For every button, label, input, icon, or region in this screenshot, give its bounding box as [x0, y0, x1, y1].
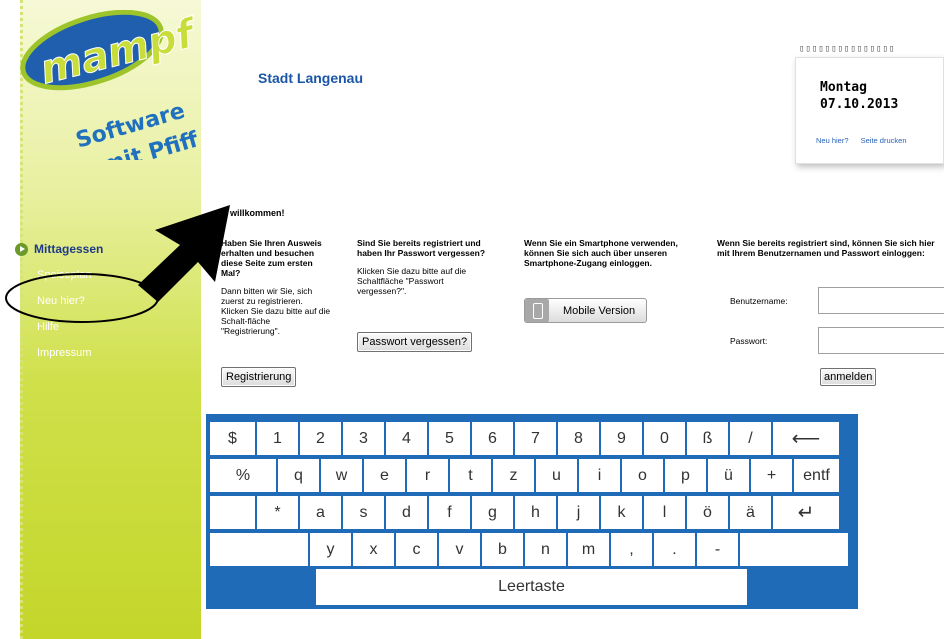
key[interactable]: , — [611, 533, 654, 566]
login-button[interactable]: anmelden — [820, 368, 877, 386]
key[interactable]: q — [278, 459, 321, 492]
key[interactable]: n — [525, 533, 568, 566]
play-bullet-icon — [15, 242, 28, 256]
keyboard-row-3: * a s d f g h j k l ö ä ↵ — [210, 496, 841, 529]
link-new-here[interactable]: Neu hier? — [816, 136, 849, 145]
key[interactable]: e — [364, 459, 407, 492]
key[interactable]: 6 — [472, 422, 515, 455]
key[interactable]: u — [536, 459, 579, 492]
key[interactable]: w — [321, 459, 364, 492]
mobile-column: Wenn Sie ein Smartphone verwenden, könne… — [524, 238, 689, 268]
sidebar-item-neu-hier[interactable]: Neu hier? — [37, 288, 185, 314]
login-question: Wenn Sie bereits registriert sind, könne… — [717, 238, 935, 258]
calendar-day: Montag — [820, 80, 867, 95]
key[interactable]: ß — [687, 422, 730, 455]
key[interactable]: g — [472, 496, 515, 529]
page: mampf Software mit Pfiff Mittagessen Spe… — [0, 0, 944, 639]
key[interactable]: 8 — [558, 422, 601, 455]
key[interactable]: v — [439, 533, 482, 566]
key[interactable]: % — [210, 459, 278, 492]
key[interactable]: r — [407, 459, 450, 492]
calendar-date: 07.10.2013 — [820, 97, 899, 112]
smartphone-icon — [525, 299, 549, 322]
key[interactable]: 2 — [300, 422, 343, 455]
key[interactable]: 0 — [644, 422, 687, 455]
password-label: Passwort: — [730, 336, 768, 346]
key[interactable]: a — [300, 496, 343, 529]
key[interactable]: + — [751, 459, 794, 492]
forgot-password-button[interactable]: Passwort vergessen? — [357, 332, 473, 352]
page-title: Stadt Langenau — [258, 70, 364, 86]
username-label: Benutzername: — [730, 296, 788, 306]
key[interactable]: l — [644, 496, 687, 529]
key[interactable]: j — [558, 496, 601, 529]
key[interactable]: 1 — [257, 422, 300, 455]
backspace-key[interactable]: ⟵ — [773, 422, 841, 455]
key[interactable]: ö — [687, 496, 730, 529]
username-field[interactable] — [818, 287, 944, 314]
mobile-version-button[interactable]: Mobile Version — [524, 298, 647, 323]
welcome-heading: h willkommen! — [222, 208, 285, 218]
sidebar-nav: Mittagessen Speiseplan Neu hier? Hilfe I… — [15, 240, 185, 366]
register-text: Dann bitten wir Sie, sich zuerst zu regi… — [221, 286, 331, 336]
enter-key[interactable]: ↵ — [773, 496, 841, 529]
key[interactable]: 5 — [429, 422, 472, 455]
key[interactable]: 4 — [386, 422, 429, 455]
key[interactable]: t — [450, 459, 493, 492]
password-field[interactable] — [818, 327, 944, 354]
blank-key[interactable] — [210, 496, 257, 529]
register-question: Haben Sie Ihren Ausweis erhalten und bes… — [221, 238, 322, 278]
key[interactable]: b — [482, 533, 525, 566]
key[interactable]: f — [429, 496, 472, 529]
key[interactable]: 3 — [343, 422, 386, 455]
nav-section-mittagessen[interactable]: Mittagessen — [15, 240, 185, 258]
key[interactable]: p — [665, 459, 708, 492]
registration-button[interactable]: Registrierung — [221, 367, 297, 387]
delete-key[interactable]: entf — [794, 459, 841, 492]
forgot-column: Sind Sie bereits registriert und haben I… — [357, 238, 487, 296]
key[interactable]: i — [579, 459, 622, 492]
key[interactable]: . — [654, 533, 697, 566]
calendar-rings: ▯▯▯▯▯▯▯▯▯▯▯▯▯▯▯ — [799, 44, 896, 54]
login-column: Wenn Sie bereits registriert sind, könne… — [717, 238, 944, 258]
mobile-question: Wenn Sie ein Smartphone verwenden, könne… — [524, 238, 678, 268]
key[interactable]: ü — [708, 459, 751, 492]
key[interactable]: 7 — [515, 422, 558, 455]
nav-section-label: Mittagessen — [34, 242, 104, 256]
key[interactable]: * — [257, 496, 300, 529]
key[interactable]: y — [310, 533, 353, 566]
key[interactable]: h — [515, 496, 558, 529]
sidebar-item-speiseplan[interactable]: Speiseplan — [37, 262, 185, 288]
key[interactable]: c — [396, 533, 439, 566]
key[interactable]: m — [568, 533, 611, 566]
key[interactable]: d — [386, 496, 429, 529]
calendar-links: Neu hier? Seite drucken — [816, 136, 917, 145]
key[interactable]: z — [493, 459, 536, 492]
sidebar-item-impressum[interactable]: Impressum — [37, 340, 185, 366]
key[interactable]: $ — [210, 422, 257, 455]
key[interactable]: / — [730, 422, 773, 455]
key[interactable]: k — [601, 496, 644, 529]
blank-key[interactable] — [210, 533, 310, 566]
sidebar-item-hilfe[interactable]: Hilfe — [37, 314, 185, 340]
key[interactable]: x — [353, 533, 396, 566]
forgot-question: Sind Sie bereits registriert und haben I… — [357, 238, 486, 258]
onscreen-keyboard: $ 1 2 3 4 5 6 7 8 9 0 ß / ⟵ % q w e r t … — [206, 414, 858, 609]
key[interactable]: s — [343, 496, 386, 529]
mobile-version-label: Mobile Version — [563, 304, 636, 317]
calendar-card: Montag 07.10.2013 Neu hier? Seite drucke… — [795, 57, 944, 164]
keyboard-row-1: $ 1 2 3 4 5 6 7 8 9 0 ß / ⟵ — [210, 422, 841, 455]
link-print-page[interactable]: Seite drucken — [861, 136, 907, 145]
key[interactable]: - — [697, 533, 740, 566]
blank-key[interactable] — [740, 533, 850, 566]
key[interactable]: o — [622, 459, 665, 492]
register-column: Haben Sie Ihren Ausweis erhalten und bes… — [221, 238, 331, 336]
space-key[interactable]: Leertaste — [316, 569, 747, 605]
keyboard-row-2: % q w e r t z u i o p ü + entf — [210, 459, 841, 492]
mampf-logo[interactable]: mampf Software mit Pfiff — [10, 10, 220, 160]
keyboard-row-4: y x c v b n m , . - — [210, 533, 850, 566]
key[interactable]: ä — [730, 496, 773, 529]
forgot-text: Klicken Sie dazu bitte auf die Schaltflä… — [357, 266, 467, 296]
key[interactable]: 9 — [601, 422, 644, 455]
